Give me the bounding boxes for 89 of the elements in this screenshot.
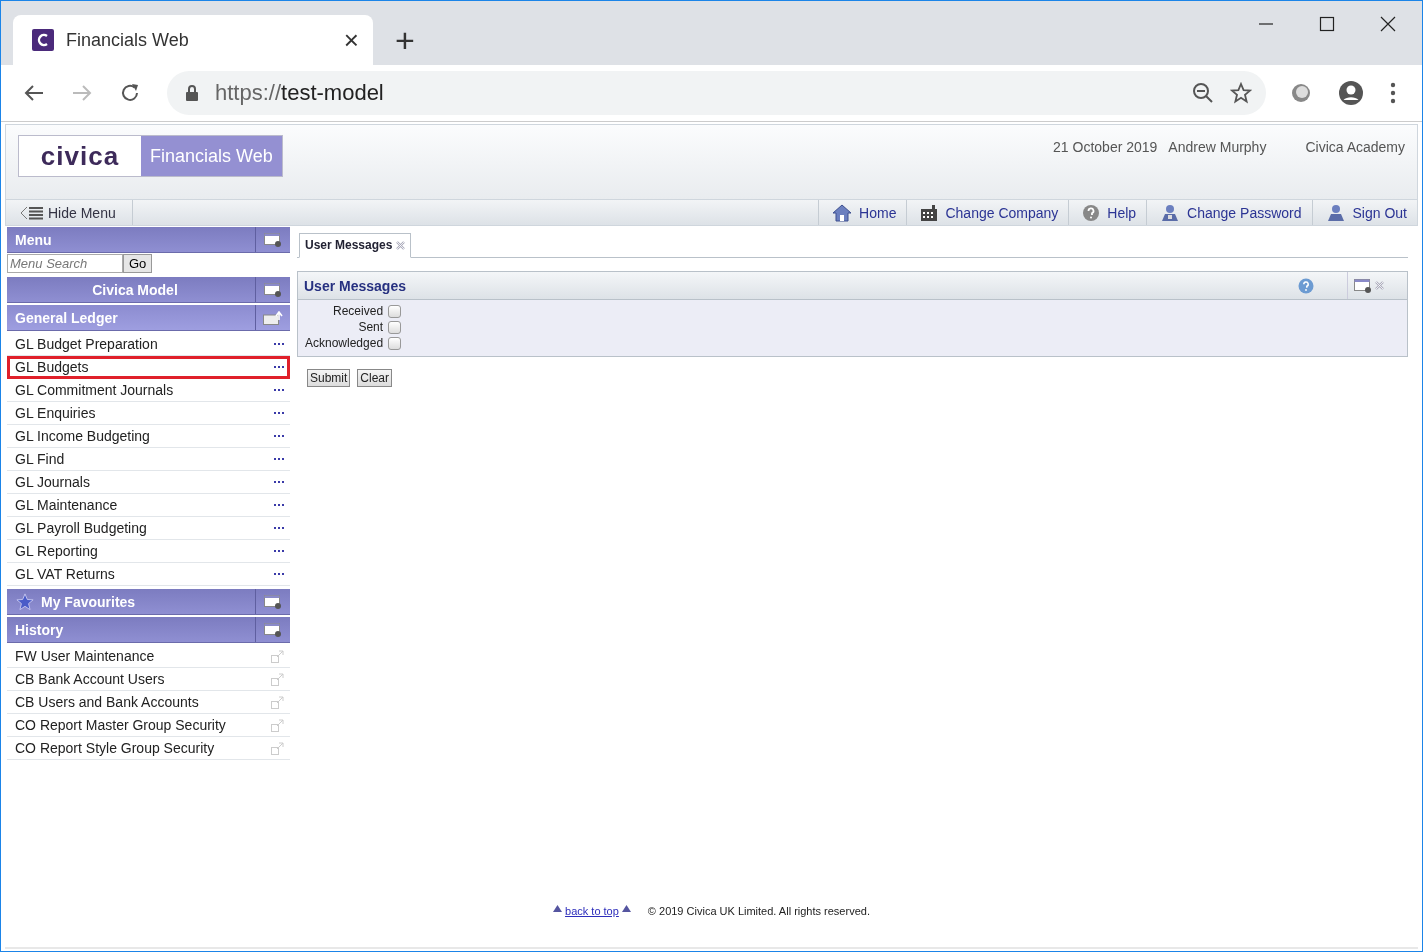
form-button[interactable]: Submit <box>307 369 351 387</box>
up-arrow-icon <box>621 905 631 912</box>
more-icon[interactable] <box>274 434 284 438</box>
go-button[interactable]: Go <box>123 254 153 273</box>
checkbox[interactable] <box>388 336 402 350</box>
tab[interactable]: User Messages <box>299 233 412 258</box>
reload-icon[interactable] <box>119 82 141 104</box>
menu-item[interactable]: GL Commitment Journals <box>7 379 290 402</box>
star-icon[interactable] <box>1230 82 1252 104</box>
more-icon[interactable] <box>274 526 284 530</box>
close-tab-button[interactable]: × <box>343 27 359 53</box>
url-text: https://test-model <box>215 80 384 106</box>
nav-link[interactable]: Change Password <box>1146 200 1312 225</box>
company-name: Civica Academy <box>1305 139 1405 155</box>
ledger-title: General Ledger <box>15 309 119 326</box>
address-bar[interactable]: https://test-model <box>167 71 1266 115</box>
checkbox[interactable] <box>388 320 402 334</box>
history-item[interactable]: CB Users and Bank Accounts <box>7 691 290 714</box>
more-icon[interactable] <box>274 342 284 346</box>
window-icon[interactable] <box>264 594 282 609</box>
new-tab-button[interactable]: + <box>395 23 415 57</box>
more-icon[interactable] <box>274 572 284 576</box>
history-item[interactable]: CO Report Style Group Security <box>7 737 290 760</box>
person-icon <box>1325 203 1346 222</box>
house-icon <box>832 203 853 222</box>
history-item[interactable]: FW User Maintenance <box>7 645 290 668</box>
window-icon[interactable] <box>264 622 282 637</box>
copyright-text: © 2019 Civica UK Limited. All rights reserved. <box>647 905 870 917</box>
form-button[interactable]: Clear <box>357 369 393 387</box>
close-icon[interactable] <box>1380 16 1396 32</box>
help-icon <box>1082 203 1101 222</box>
more-icon[interactable] <box>274 549 284 553</box>
product-name: Financials Web <box>141 136 282 176</box>
user-name: Andrew Murphy <box>1168 139 1267 155</box>
maximize-icon[interactable] <box>1319 16 1335 32</box>
help-icon[interactable] <box>1298 277 1314 294</box>
favourites-title: My Favourites <box>41 593 136 610</box>
checkbox[interactable] <box>388 304 402 318</box>
more-icon[interactable] <box>274 411 284 415</box>
browser-tab[interactable]: Financials Web × <box>13 15 373 65</box>
window-icon[interactable] <box>1354 278 1372 293</box>
menu-search-field[interactable]: Menu Search <box>7 254 123 273</box>
more-icon[interactable] <box>274 503 284 507</box>
panel-title: User Messages <box>304 277 406 294</box>
building-icon <box>920 203 939 222</box>
lock-icon <box>185 85 199 101</box>
extension-icon[interactable] <box>1290 82 1312 104</box>
person-icon <box>1160 203 1181 222</box>
menu-item[interactable]: GL VAT Returns <box>7 563 290 586</box>
more-icon[interactable] <box>274 388 284 392</box>
menu-item[interactable]: GL Journals <box>7 471 290 494</box>
menu-item[interactable]: GL Payroll Budgeting <box>7 517 290 540</box>
back-to-top-link[interactable]: back to top <box>565 905 619 917</box>
menu-item[interactable]: GL Budgets <box>7 356 290 379</box>
profile-icon[interactable] <box>1338 80 1364 106</box>
filter-label: Acknowledged <box>305 336 384 350</box>
more-icon[interactable] <box>274 480 284 484</box>
menu-item[interactable]: GL Income Budgeting <box>7 425 290 448</box>
nav-link[interactable]: Change Company <box>906 200 1069 225</box>
more-icon[interactable] <box>274 365 284 369</box>
menu-title: Menu <box>15 231 53 248</box>
hide-menu-button[interactable]: Hide Menu <box>6 200 133 225</box>
more-icon[interactable] <box>274 457 284 461</box>
zoom-out-icon[interactable] <box>1192 82 1214 104</box>
history-item[interactable]: CB Bank Account Users <box>7 668 290 691</box>
folder-up-icon[interactable] <box>263 310 283 325</box>
company-model-title: Civica Model <box>91 281 179 298</box>
menu-item[interactable]: GL Enquiries <box>7 402 290 425</box>
nav-link[interactable]: Help <box>1068 200 1147 225</box>
star-icon <box>15 592 35 611</box>
filter-label: Sent <box>357 320 384 334</box>
history-title: History <box>15 621 65 638</box>
nav-link[interactable]: Home <box>818 200 907 225</box>
menu-item[interactable]: GL Find <box>7 448 290 471</box>
menu-item[interactable]: GL Reporting <box>7 540 290 563</box>
logo-text: civica <box>19 136 141 176</box>
window-icon[interactable] <box>264 282 282 297</box>
up-arrow-icon <box>553 905 563 912</box>
tab-title: Financials Web <box>66 29 190 51</box>
hide-menu-icon <box>20 205 44 220</box>
filter-label: Received <box>332 304 384 318</box>
history-item[interactable]: CO Report Master Group Security <box>7 714 290 737</box>
menu-item[interactable]: GL Maintenance <box>7 494 290 517</box>
menu-item[interactable]: GL Budget Preparation <box>7 333 290 356</box>
more-menu-icon[interactable] <box>1390 82 1396 104</box>
site-logo-icon <box>32 29 54 51</box>
nav-link[interactable]: Sign Out <box>1311 200 1417 225</box>
window-icon[interactable] <box>264 232 282 247</box>
date-text: 21 October 2019 <box>1053 139 1158 155</box>
